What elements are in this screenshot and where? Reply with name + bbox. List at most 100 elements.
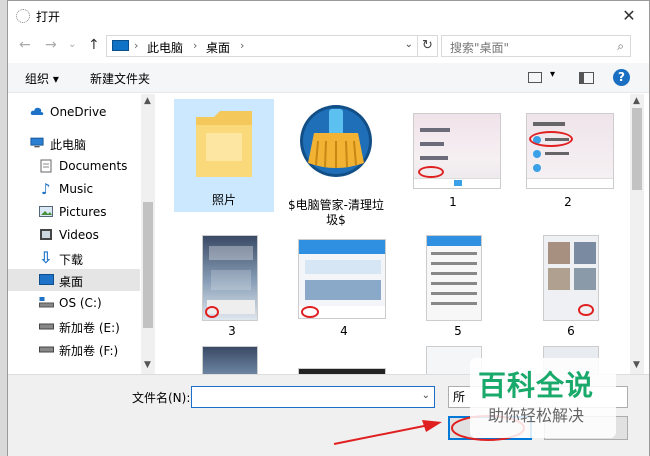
file-name: 照片 — [211, 193, 236, 207]
watermark-subtitle: 助你轻松解决 — [488, 406, 585, 425]
file-tile-folder-photos[interactable]: 照片 — [174, 99, 274, 212]
broom-app-icon — [300, 105, 372, 177]
sidebar-item-drive-c[interactable]: OS (C:) — [8, 292, 140, 314]
file-tile-image-2[interactable]: 2 — [518, 99, 618, 209]
desktop-icon — [39, 274, 54, 285]
sidebar-item-label: 桌面 — [59, 275, 84, 289]
sidebar-item-downloads[interactable]: ⇩ 下载 — [8, 247, 140, 269]
app-icon — [16, 9, 30, 23]
breadcrumb-separator[interactable]: › — [134, 39, 138, 52]
file-tile-image-4[interactable]: 4 — [294, 229, 394, 339]
navigation-bar: ← → ⌄ ↑ › 此电脑 › 桌面 › ⌄ ↻ 搜索"桌面" ⌕ — [8, 31, 649, 61]
filename-dropdown[interactable]: ⌄ — [422, 390, 430, 401]
search-icon: ⌕ — [617, 39, 624, 53]
sidebar-scrollbar[interactable]: ▲ ▼ — [141, 94, 155, 374]
watermark-title: 百科全说 — [478, 369, 595, 402]
breadcrumb-desktop[interactable]: 桌面 — [206, 39, 230, 56]
sidebar-item-videos[interactable]: Videos — [8, 224, 140, 246]
search-placeholder: 搜索"桌面" — [450, 41, 510, 55]
scroll-down-arrow[interactable]: ▼ — [633, 360, 640, 370]
help-icon[interactable]: ? — [613, 69, 630, 86]
scroll-up-arrow[interactable]: ▲ — [633, 96, 640, 106]
filename-label: 文件名(N): — [132, 391, 191, 405]
file-tile-image-1[interactable]: 1 — [403, 99, 503, 209]
address-dropdown[interactable]: ⌄ — [405, 39, 413, 50]
filename-input[interactable]: ⌄ — [191, 386, 435, 408]
music-icon: ♪ — [41, 180, 51, 198]
file-name: 4 — [340, 324, 348, 338]
organize-menu[interactable]: 组织 ▾ — [25, 70, 59, 87]
forward-button[interactable]: → — [45, 37, 57, 53]
breadcrumb-separator[interactable]: › — [240, 39, 244, 52]
title-bar: 打开 ✕ — [8, 1, 649, 31]
drive-icon — [39, 297, 54, 308]
computer-icon — [30, 137, 44, 148]
sidebar-item-label: 新加卷 (F:) — [59, 344, 119, 358]
sidebar-item-label: Documents — [59, 159, 128, 173]
computer-icon — [112, 40, 129, 51]
new-folder-button[interactable]: 新建文件夹 — [90, 70, 150, 87]
file-name: 3 — [228, 324, 236, 338]
sidebar-item-drive-f[interactable]: 新加卷 (F:) — [8, 338, 140, 360]
file-name: $电脑管家-清理垃圾$ — [288, 198, 384, 227]
image-thumbnail — [526, 113, 614, 189]
image-thumbnail[interactable] — [202, 346, 258, 374]
scroll-down-arrow[interactable]: ▼ — [144, 360, 151, 370]
image-thumbnail — [298, 239, 386, 319]
up-button[interactable]: ↑ — [88, 37, 100, 53]
sidebar-item-label: Videos — [59, 228, 99, 242]
file-list-scrollbar[interactable]: ▲ ▼ — [630, 94, 644, 374]
search-box[interactable]: 搜索"桌面" ⌕ — [441, 35, 631, 57]
file-tile-image-5[interactable]: 5 — [408, 229, 508, 339]
pictures-icon — [39, 206, 53, 217]
breadcrumb-separator[interactable]: › — [193, 39, 197, 52]
refresh-button[interactable]: ↻ — [418, 35, 438, 57]
file-name: 6 — [567, 324, 575, 338]
view-dropdown[interactable]: ▾ — [550, 69, 555, 80]
videos-icon — [40, 229, 52, 240]
file-name: 2 — [564, 195, 572, 209]
file-tile-image-3[interactable]: 3 — [182, 229, 282, 339]
preview-pane-icon[interactable] — [579, 72, 594, 84]
close-button[interactable]: ✕ — [609, 1, 649, 31]
breadcrumb-this-pc[interactable]: 此电脑 — [147, 39, 183, 56]
image-thumbnail — [413, 113, 501, 189]
recent-locations-button[interactable]: ⌄ — [68, 39, 76, 50]
image-thumbnail — [202, 235, 258, 321]
document-icon — [40, 159, 52, 173]
sidebar-item-this-pc[interactable]: 此电脑 — [8, 132, 140, 154]
sidebar-item-drive-e[interactable]: 新加卷 (E:) — [8, 315, 140, 337]
sidebar-item-label: Pictures — [59, 205, 107, 219]
sidebar-item-label: 下载 — [59, 253, 84, 267]
file-name: 5 — [454, 324, 462, 338]
window-title: 打开 — [36, 10, 61, 24]
image-thumbnail — [426, 235, 482, 321]
back-button[interactable]: ← — [19, 37, 31, 53]
file-list-scroll-thumb[interactable] — [632, 108, 642, 190]
sidebar-item-music[interactable]: ♪ Music — [8, 178, 140, 200]
sidebar-item-label: OS (C:) — [59, 296, 102, 310]
navigation-pane: OneDrive 此电脑 Documents ♪ Music Pictures … — [8, 94, 155, 374]
file-tile-cleaner-shortcut[interactable]: $电脑管家-清理垃圾$ — [286, 99, 386, 229]
sidebar-item-onedrive[interactable]: OneDrive — [8, 101, 140, 123]
address-bar[interactable]: › 此电脑 › 桌面 › ⌄ — [106, 35, 418, 57]
sidebar-item-label: OneDrive — [50, 105, 107, 119]
sidebar-item-label: 新加卷 (E:) — [59, 321, 120, 335]
sidebar-scroll-thumb[interactable] — [143, 202, 153, 328]
sidebar-item-documents[interactable]: Documents — [8, 155, 140, 177]
sidebar-item-pictures[interactable]: Pictures — [8, 201, 140, 223]
watermark: 百科全说 助你轻松解决 — [470, 358, 616, 438]
download-icon: ⇩ — [39, 248, 53, 267]
sidebar-item-label: Music — [59, 182, 94, 196]
sidebar-item-label: 此电脑 — [50, 138, 87, 152]
scroll-up-arrow[interactable]: ▲ — [144, 96, 151, 106]
image-thumbnail — [543, 235, 599, 321]
view-icon[interactable] — [528, 72, 542, 83]
file-name: 1 — [449, 195, 457, 209]
cloud-icon — [30, 107, 44, 115]
folder-icon — [196, 111, 252, 177]
sidebar-item-desktop[interactable]: 桌面 — [8, 269, 140, 291]
file-list: 照片 $电脑管家-清理垃圾$ 1 2 3 4 5 6 — [158, 94, 630, 374]
command-bar: 组织 ▾ 新建文件夹 ▾ ? — [8, 63, 649, 93]
file-tile-image-6[interactable]: 6 — [521, 229, 621, 339]
